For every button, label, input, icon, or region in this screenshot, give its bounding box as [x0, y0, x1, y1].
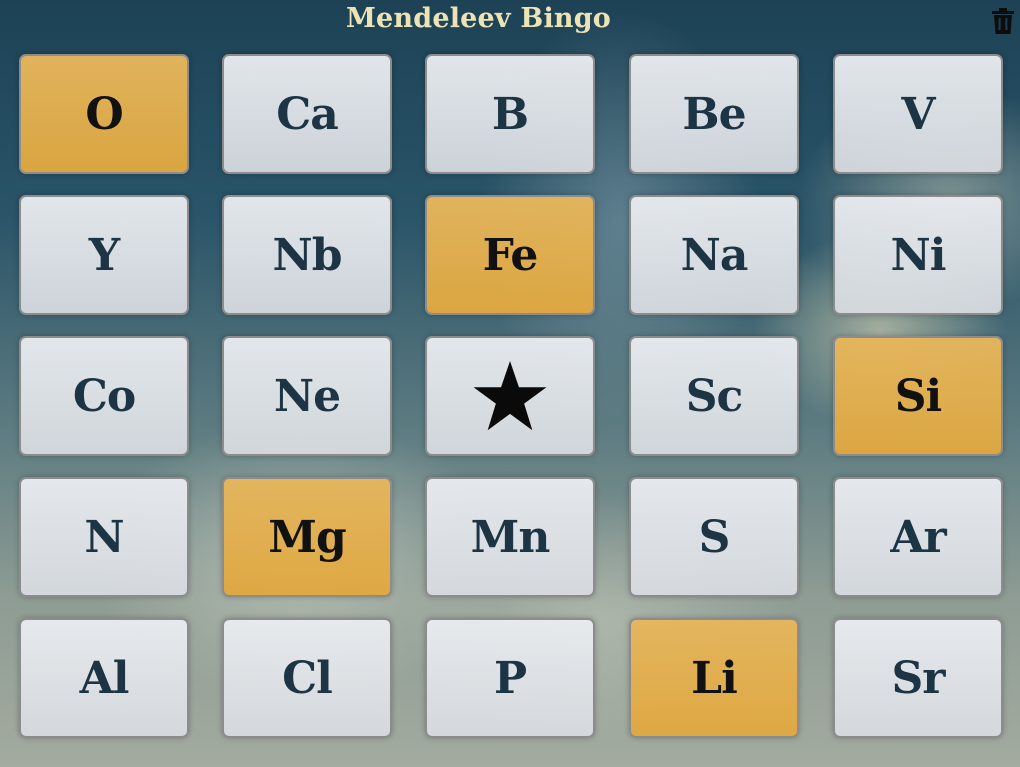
element-symbol: Co: [72, 370, 136, 422]
bingo-tile[interactable]: S: [629, 477, 799, 597]
element-symbol: Ar: [890, 511, 946, 563]
element-symbol: Sc: [685, 370, 744, 422]
bingo-tile[interactable]: Fe: [425, 195, 595, 315]
bingo-tile[interactable]: Co: [19, 336, 189, 456]
element-symbol: Ni: [890, 229, 947, 281]
element-symbol: Mg: [268, 511, 346, 563]
bingo-tile[interactable]: Ne: [222, 336, 392, 456]
element-symbol: Ne: [273, 370, 341, 422]
element-symbol: Nb: [272, 229, 343, 281]
bingo-tile[interactable]: Ar: [833, 477, 1003, 597]
bingo-tile[interactable]: B: [425, 54, 595, 174]
bingo-tile[interactable]: V: [833, 54, 1003, 174]
bingo-tile[interactable]: O: [19, 54, 189, 174]
bingo-tile[interactable]: Al: [19, 618, 189, 738]
bingo-tile[interactable]: Cl: [222, 618, 392, 738]
element-symbol: Na: [680, 229, 749, 281]
element-symbol: Y: [88, 229, 120, 281]
star-icon: [473, 361, 547, 431]
element-symbol: S: [698, 511, 731, 563]
bingo-tile[interactable]: Ca: [222, 54, 392, 174]
element-symbol: Sr: [891, 652, 946, 704]
element-symbol: Fe: [482, 229, 539, 281]
bingo-tile[interactable]: Si: [833, 336, 1003, 456]
bingo-tile[interactable]: Ni: [833, 195, 1003, 315]
bingo-board: O Ca B Be V Y Nb Fe Na Ni Co Ne Sc Si N Mg Mn S Ar Al Cl P Li S…: [0, 0, 1020, 767]
element-symbol: O: [85, 88, 123, 140]
element-symbol: Li: [691, 652, 738, 704]
bingo-tile-free-space[interactable]: [425, 336, 595, 456]
bingo-tile[interactable]: Li: [629, 618, 799, 738]
element-symbol: B: [491, 88, 529, 140]
bingo-tile[interactable]: Y: [19, 195, 189, 315]
element-symbol: Ca: [276, 88, 339, 140]
bingo-tile[interactable]: N: [19, 477, 189, 597]
bingo-tile[interactable]: Nb: [222, 195, 392, 315]
element-symbol: Al: [79, 652, 130, 704]
element-symbol: Be: [682, 88, 746, 140]
bingo-tile[interactable]: Be: [629, 54, 799, 174]
element-symbol: N: [84, 511, 124, 563]
element-symbol: Mn: [470, 511, 551, 563]
bingo-tile[interactable]: Mg: [222, 477, 392, 597]
element-symbol: Cl: [282, 652, 333, 704]
element-symbol: Si: [894, 370, 942, 422]
element-symbol: V: [901, 88, 935, 140]
bingo-tile[interactable]: P: [425, 618, 595, 738]
bingo-tile[interactable]: Sc: [629, 336, 799, 456]
bingo-tile[interactable]: Na: [629, 195, 799, 315]
element-symbol: P: [493, 652, 527, 704]
bingo-tile[interactable]: Sr: [833, 618, 1003, 738]
bingo-tile[interactable]: Mn: [425, 477, 595, 597]
